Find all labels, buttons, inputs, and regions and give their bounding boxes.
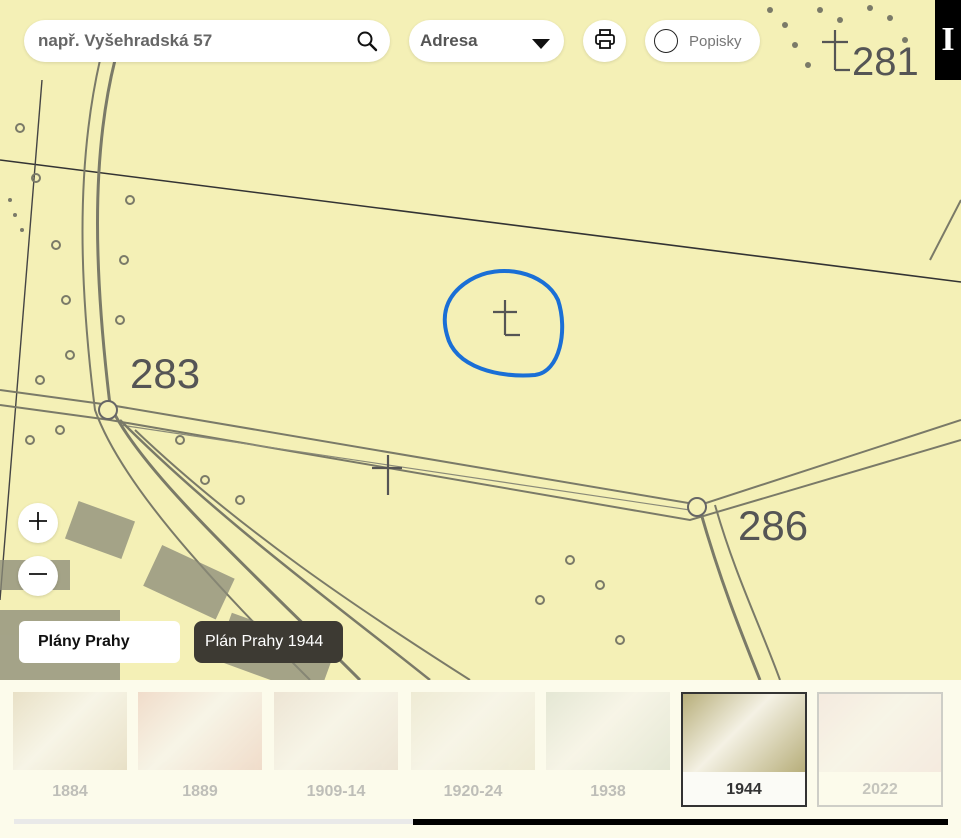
timeline-item-2022[interactable]: 2022 (817, 692, 943, 807)
timeline-item-1909-14[interactable]: 1909-14 (274, 692, 398, 807)
search-input[interactable] (36, 30, 340, 52)
timeline-year-label: 1938 (590, 783, 626, 800)
labels-radio-icon (654, 29, 678, 53)
map-label-283: 283 (130, 350, 201, 397)
timeline-thumbnail-image (683, 694, 805, 772)
zoom-in-button[interactable] (18, 503, 58, 543)
map-label-286: 286 (738, 502, 809, 549)
zoom-out-button[interactable] (18, 556, 58, 596)
timeline-scroll-thumb[interactable] (413, 819, 948, 825)
timeline-thumbnail-image (138, 692, 262, 770)
timeline-item-1938[interactable]: 1938 (546, 692, 670, 807)
timeline-item-1944[interactable]: 1944 (681, 692, 807, 807)
timeline-year-label: 1884 (52, 783, 88, 800)
historical-map (0, 0, 961, 680)
labels-toggle[interactable]: Popisky (645, 20, 760, 62)
timeline-item-1889[interactable]: 1889 (138, 692, 262, 807)
plus-icon (28, 511, 48, 536)
map-label-281: 281 (852, 40, 919, 84)
layer-group-button[interactable]: Plány Prahy (19, 621, 180, 663)
search-type-select[interactable]: Adresa (409, 20, 564, 62)
timeline-thumbnail-image (13, 692, 127, 770)
caret-down-icon (532, 36, 550, 54)
timeline-year-label: 1920-24 (443, 783, 503, 800)
timeline-item-1920-24[interactable]: 1920-24 (411, 692, 535, 807)
timeline-thumbnail-image (546, 692, 670, 770)
timeline-thumbnail-image (819, 694, 941, 772)
search-type-value: Adresa (420, 31, 478, 50)
timeline-thumbnail-image (411, 692, 535, 770)
print-button[interactable] (583, 20, 626, 62)
timeline-year-label: 1889 (182, 783, 218, 800)
printer-icon (594, 28, 616, 55)
address-search-box (24, 20, 390, 62)
timeline-thumbnail-image (274, 692, 398, 770)
labels-toggle-label: Popisky (689, 32, 742, 50)
timeline-year-label: 1944 (726, 781, 762, 798)
timeline-year-label: 2022 (862, 781, 898, 798)
timeline-year-label: 1909-14 (306, 783, 366, 800)
brand-logo[interactable]: I (935, 0, 961, 80)
minus-icon (28, 564, 48, 589)
timeline-item-1884[interactable]: 1884 (13, 692, 127, 807)
current-layer-label: Plán Prahy 1944 (194, 621, 343, 663)
search-icon[interactable] (356, 30, 378, 52)
